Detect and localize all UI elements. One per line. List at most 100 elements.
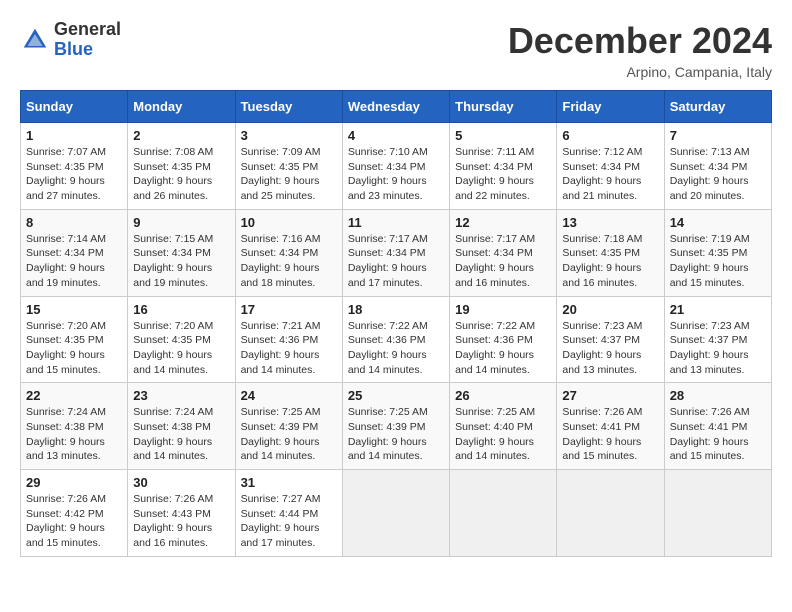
weekday-header-tuesday: Tuesday	[235, 91, 342, 123]
day-number: 4	[348, 128, 444, 143]
cell-sun-info: Sunrise: 7:14 AMSunset: 4:34 PMDaylight:…	[26, 232, 122, 291]
cell-sun-info: Sunrise: 7:09 AMSunset: 4:35 PMDaylight:…	[241, 145, 337, 204]
calendar-cell: 29Sunrise: 7:26 AMSunset: 4:42 PMDayligh…	[21, 470, 128, 557]
calendar-cell: 31Sunrise: 7:27 AMSunset: 4:44 PMDayligh…	[235, 470, 342, 557]
day-number: 17	[241, 302, 337, 317]
calendar-cell: 30Sunrise: 7:26 AMSunset: 4:43 PMDayligh…	[128, 470, 235, 557]
calendar-week-row: 22 Sunrise: 7:24 AMSunset: 4:38 PMDayligh…	[21, 383, 772, 470]
day-number: 10	[241, 215, 337, 230]
calendar-cell: 25 Sunrise: 7:25 AMSunset: 4:39 PMDayligh…	[342, 383, 449, 470]
calendar-cell: 1 Sunrise: 7:07 AMSunset: 4:35 PMDaylight…	[21, 123, 128, 210]
calendar-cell: 26Sunrise: 7:25 AMSunset: 4:40 PMDayligh…	[450, 383, 557, 470]
calendar-cell: 15 Sunrise: 7:20 AMSunset: 4:35 PMDayligh…	[21, 296, 128, 383]
day-number: 14	[670, 215, 766, 230]
day-number: 8	[26, 215, 122, 230]
weekday-header-saturday: Saturday	[664, 91, 771, 123]
day-number: 1	[26, 128, 122, 143]
calendar-cell: 2 Sunrise: 7:08 AMSunset: 4:35 PMDaylight…	[128, 123, 235, 210]
cell-sun-info: Sunrise: 7:23 AMSunset: 4:37 PMDaylight:…	[562, 319, 658, 378]
calendar-cell: 3 Sunrise: 7:09 AMSunset: 4:35 PMDaylight…	[235, 123, 342, 210]
calendar-cell: 7 Sunrise: 7:13 AMSunset: 4:34 PMDaylight…	[664, 123, 771, 210]
cell-sun-info: Sunrise: 7:13 AMSunset: 4:34 PMDaylight:…	[670, 145, 766, 204]
calendar-cell: 4 Sunrise: 7:10 AMSunset: 4:34 PMDaylight…	[342, 123, 449, 210]
calendar-cell	[557, 470, 664, 557]
day-number: 22	[26, 388, 122, 403]
cell-sun-info: Sunrise: 7:25 AMSunset: 4:40 PMDaylight:…	[455, 405, 551, 464]
cell-sun-info: Sunrise: 7:25 AMSunset: 4:39 PMDaylight:…	[348, 405, 444, 464]
calendar-table: SundayMondayTuesdayWednesdayThursdayFrid…	[20, 90, 772, 557]
cell-sun-info: Sunrise: 7:25 AMSunset: 4:39 PMDaylight:…	[241, 405, 337, 464]
cell-sun-info: Sunrise: 7:26 AMSunset: 4:42 PMDaylight:…	[26, 492, 122, 551]
day-number: 21	[670, 302, 766, 317]
calendar-week-row: 1 Sunrise: 7:07 AMSunset: 4:35 PMDaylight…	[21, 123, 772, 210]
calendar-week-row: 8 Sunrise: 7:14 AMSunset: 4:34 PMDaylight…	[21, 209, 772, 296]
calendar-cell: 5 Sunrise: 7:11 AMSunset: 4:34 PMDaylight…	[450, 123, 557, 210]
cell-sun-info: Sunrise: 7:24 AMSunset: 4:38 PMDaylight:…	[26, 405, 122, 464]
cell-sun-info: Sunrise: 7:23 AMSunset: 4:37 PMDaylight:…	[670, 319, 766, 378]
cell-sun-info: Sunrise: 7:20 AMSunset: 4:35 PMDaylight:…	[26, 319, 122, 378]
cell-sun-info: Sunrise: 7:10 AMSunset: 4:34 PMDaylight:…	[348, 145, 444, 204]
page-header: General Blue December 2024 Arpino, Campa…	[20, 20, 772, 80]
day-number: 11	[348, 215, 444, 230]
cell-sun-info: Sunrise: 7:18 AMSunset: 4:35 PMDaylight:…	[562, 232, 658, 291]
calendar-cell: 27Sunrise: 7:26 AMSunset: 4:41 PMDayligh…	[557, 383, 664, 470]
calendar-week-row: 15 Sunrise: 7:20 AMSunset: 4:35 PMDayligh…	[21, 296, 772, 383]
calendar-cell: 10 Sunrise: 7:16 AMSunset: 4:34 PMDayligh…	[235, 209, 342, 296]
day-number: 13	[562, 215, 658, 230]
calendar-cell: 20 Sunrise: 7:23 AMSunset: 4:37 PMDayligh…	[557, 296, 664, 383]
cell-sun-info: Sunrise: 7:16 AMSunset: 4:34 PMDaylight:…	[241, 232, 337, 291]
calendar-cell: 16 Sunrise: 7:20 AMSunset: 4:35 PMDayligh…	[128, 296, 235, 383]
day-number: 7	[670, 128, 766, 143]
calendar-cell: 9 Sunrise: 7:15 AMSunset: 4:34 PMDaylight…	[128, 209, 235, 296]
calendar-cell: 6 Sunrise: 7:12 AMSunset: 4:34 PMDaylight…	[557, 123, 664, 210]
calendar-cell: 28Sunrise: 7:26 AMSunset: 4:41 PMDayligh…	[664, 383, 771, 470]
day-number: 16	[133, 302, 229, 317]
weekday-header-wednesday: Wednesday	[342, 91, 449, 123]
cell-sun-info: Sunrise: 7:26 AMSunset: 4:41 PMDaylight:…	[562, 405, 658, 464]
title-area: December 2024 Arpino, Campania, Italy	[508, 20, 772, 80]
calendar-body: 1 Sunrise: 7:07 AMSunset: 4:35 PMDaylight…	[21, 123, 772, 557]
cell-sun-info: Sunrise: 7:08 AMSunset: 4:35 PMDaylight:…	[133, 145, 229, 204]
day-number: 3	[241, 128, 337, 143]
cell-sun-info: Sunrise: 7:19 AMSunset: 4:35 PMDaylight:…	[670, 232, 766, 291]
cell-sun-info: Sunrise: 7:11 AMSunset: 4:34 PMDaylight:…	[455, 145, 551, 204]
day-number: 15	[26, 302, 122, 317]
weekday-header-sunday: Sunday	[21, 91, 128, 123]
calendar-cell	[450, 470, 557, 557]
calendar-cell: 14 Sunrise: 7:19 AMSunset: 4:35 PMDayligh…	[664, 209, 771, 296]
weekday-header-friday: Friday	[557, 91, 664, 123]
cell-sun-info: Sunrise: 7:15 AMSunset: 4:34 PMDaylight:…	[133, 232, 229, 291]
cell-sun-info: Sunrise: 7:22 AMSunset: 4:36 PMDaylight:…	[348, 319, 444, 378]
day-number: 18	[348, 302, 444, 317]
weekday-header-thursday: Thursday	[450, 91, 557, 123]
day-number: 9	[133, 215, 229, 230]
cell-sun-info: Sunrise: 7:21 AMSunset: 4:36 PMDaylight:…	[241, 319, 337, 378]
calendar-cell: 23Sunrise: 7:24 AMSunset: 4:38 PMDayligh…	[128, 383, 235, 470]
cell-sun-info: Sunrise: 7:17 AMSunset: 4:34 PMDaylight:…	[455, 232, 551, 291]
cell-sun-info: Sunrise: 7:12 AMSunset: 4:34 PMDaylight:…	[562, 145, 658, 204]
day-number: 19	[455, 302, 551, 317]
cell-sun-info: Sunrise: 7:07 AMSunset: 4:35 PMDaylight:…	[26, 145, 122, 204]
day-number: 6	[562, 128, 658, 143]
day-number: 2	[133, 128, 229, 143]
calendar-cell: 8 Sunrise: 7:14 AMSunset: 4:34 PMDaylight…	[21, 209, 128, 296]
month-title: December 2024	[508, 20, 772, 62]
day-number: 20	[562, 302, 658, 317]
day-number: 5	[455, 128, 551, 143]
day-number: 30	[133, 475, 229, 490]
location-subtitle: Arpino, Campania, Italy	[508, 64, 772, 80]
calendar-cell: 11Sunrise: 7:17 AMSunset: 4:34 PMDayligh…	[342, 209, 449, 296]
day-number: 28	[670, 388, 766, 403]
day-number: 25	[348, 388, 444, 403]
logo-icon	[20, 25, 50, 55]
cell-sun-info: Sunrise: 7:20 AMSunset: 4:35 PMDaylight:…	[133, 319, 229, 378]
logo: General Blue	[20, 20, 121, 60]
calendar-week-row: 29Sunrise: 7:26 AMSunset: 4:42 PMDayligh…	[21, 470, 772, 557]
calendar-cell	[664, 470, 771, 557]
calendar-cell: 24Sunrise: 7:25 AMSunset: 4:39 PMDayligh…	[235, 383, 342, 470]
cell-sun-info: Sunrise: 7:22 AMSunset: 4:36 PMDaylight:…	[455, 319, 551, 378]
day-number: 12	[455, 215, 551, 230]
calendar-cell: 22 Sunrise: 7:24 AMSunset: 4:38 PMDayligh…	[21, 383, 128, 470]
calendar-cell: 19 Sunrise: 7:22 AMSunset: 4:36 PMDayligh…	[450, 296, 557, 383]
calendar-cell: 17 Sunrise: 7:21 AMSunset: 4:36 PMDayligh…	[235, 296, 342, 383]
